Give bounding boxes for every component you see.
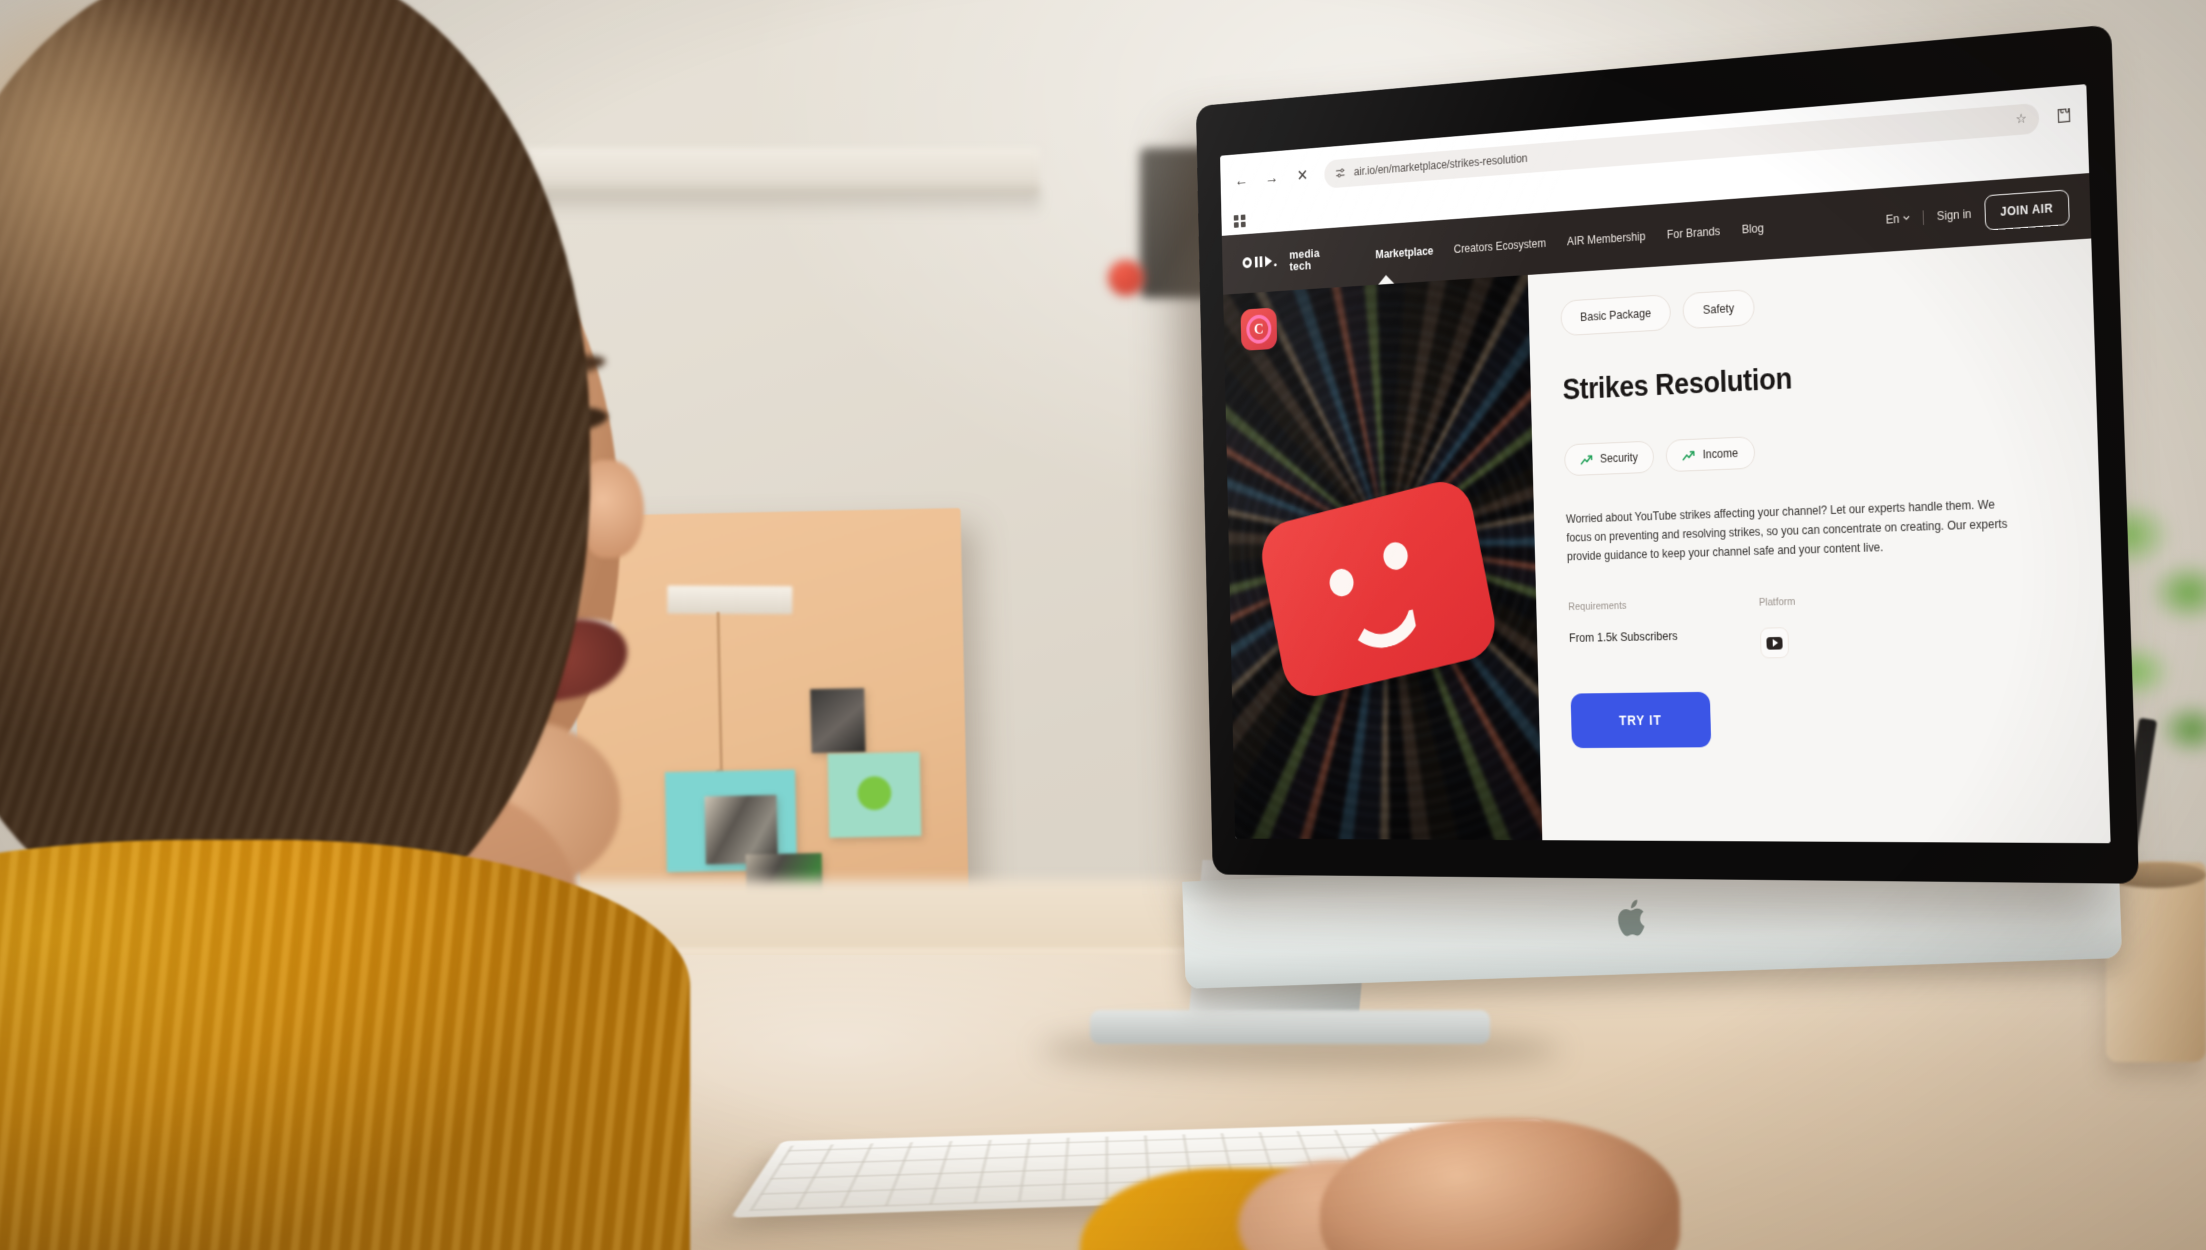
star-icon[interactable]: ☆ bbox=[2016, 111, 2027, 128]
youtube-icon[interactable] bbox=[1759, 627, 1789, 659]
chip-basic-package[interactable]: Basic Package bbox=[1560, 294, 1672, 337]
photo-scene: ← → ✕ air.io/en/marketplace/strikes-reso… bbox=[0, 0, 2206, 1250]
shelf-red-object bbox=[1108, 260, 1144, 296]
apple-logo-icon bbox=[1617, 900, 1645, 937]
page-title: Strikes Resolution bbox=[1562, 361, 1793, 407]
pencil-cup bbox=[2106, 862, 2206, 1062]
board-photo bbox=[827, 751, 922, 838]
board-string bbox=[716, 612, 723, 773]
header-actions: En Sign in JOIN AIR bbox=[1885, 189, 2070, 237]
product-detail: Basic Package Safety Strikes Resolution … bbox=[1527, 238, 2111, 844]
product-chips: Basic Package Safety bbox=[1560, 271, 2055, 337]
nav-item-for-brands[interactable]: For Brands bbox=[1667, 225, 1721, 242]
nav-item-marketplace[interactable]: Marketplace bbox=[1375, 244, 1433, 261]
product-tags: Security Income bbox=[1564, 423, 2060, 477]
smiley-eye bbox=[1327, 566, 1356, 599]
main-nav: Marketplace Creators Ecosystem AIR Membe… bbox=[1375, 221, 1764, 261]
back-arrow-icon[interactable]: ← bbox=[1233, 170, 1250, 191]
apps-grid-icon[interactable] bbox=[1233, 214, 1246, 229]
meta-platform: Platform bbox=[1758, 596, 1797, 659]
chevron-down-icon bbox=[1903, 215, 1910, 221]
tag-label: Income bbox=[1702, 446, 1739, 462]
trend-up-icon bbox=[1580, 454, 1593, 465]
meta-value: From 1.5k Subscribers bbox=[1568, 629, 1678, 646]
copyright-badge-icon: C bbox=[1240, 307, 1278, 351]
language-selector[interactable]: En bbox=[1885, 211, 1911, 227]
sign-in-link[interactable]: Sign in bbox=[1937, 207, 1972, 223]
product-meta: Requirements From 1.5k Subscribers Platf… bbox=[1568, 590, 2066, 662]
youtube-glyph bbox=[1766, 636, 1783, 650]
air-logo-mark bbox=[1239, 251, 1283, 274]
stop-close-icon[interactable]: ✕ bbox=[1294, 165, 1312, 186]
tag-income[interactable]: Income bbox=[1665, 436, 1756, 473]
board-photo bbox=[810, 688, 866, 754]
puzzle-icon[interactable] bbox=[2055, 106, 2073, 125]
chip-safety[interactable]: Safety bbox=[1682, 288, 1755, 330]
product-description: Worried about YouTube strikes affecting … bbox=[1565, 497, 2008, 564]
header-divider bbox=[1922, 209, 1925, 225]
product-hero-image: C bbox=[1223, 274, 1544, 844]
nav-item-creators-ecosystem[interactable]: Creators Ecosystem bbox=[1454, 237, 1547, 256]
url-text[interactable]: air.io/en/marketplace/strikes-resolution bbox=[1354, 152, 1528, 179]
logo-line-2: tech bbox=[1289, 258, 1312, 274]
meta-requirements: Requirements From 1.5k Subscribers bbox=[1568, 599, 1678, 662]
forward-arrow-icon[interactable]: → bbox=[1263, 168, 1281, 189]
browser-viewport: ← → ✕ air.io/en/marketplace/strikes-reso… bbox=[1220, 84, 2111, 844]
product-page: C Basic Package Safety Strikes Resolutio… bbox=[1223, 238, 2111, 844]
person bbox=[0, 0, 690, 1250]
air-media-tech-logo[interactable]: media tech bbox=[1239, 246, 1320, 276]
smiley-mouth bbox=[1339, 588, 1431, 657]
meta-label: Requirements bbox=[1568, 600, 1627, 614]
board-hanger bbox=[667, 585, 793, 615]
tag-label: Security bbox=[1599, 450, 1639, 466]
meta-label: Platform bbox=[1758, 596, 1796, 609]
nav-item-blog[interactable]: Blog bbox=[1742, 221, 1764, 236]
site-settings-icon[interactable] bbox=[1335, 166, 1346, 180]
nav-item-air-membership[interactable]: AIR Membership bbox=[1567, 230, 1646, 248]
copyright-letter: C bbox=[1246, 314, 1272, 345]
language-label: En bbox=[1885, 212, 1900, 227]
smiley-eye bbox=[1381, 539, 1411, 573]
join-air-button[interactable]: JOIN AIR bbox=[1983, 189, 2070, 231]
try-it-button[interactable]: TRY IT bbox=[1570, 692, 1712, 749]
tag-security[interactable]: Security bbox=[1564, 440, 1655, 477]
sweater-texture bbox=[0, 840, 690, 1250]
logo-wordmark: media tech bbox=[1289, 246, 1320, 274]
air-wordmark-icon bbox=[1242, 255, 1277, 269]
imac-foot bbox=[1090, 1010, 1490, 1044]
imac-screen: ← → ✕ air.io/en/marketplace/strikes-reso… bbox=[1195, 24, 2139, 884]
trend-up-icon bbox=[1683, 450, 1696, 461]
